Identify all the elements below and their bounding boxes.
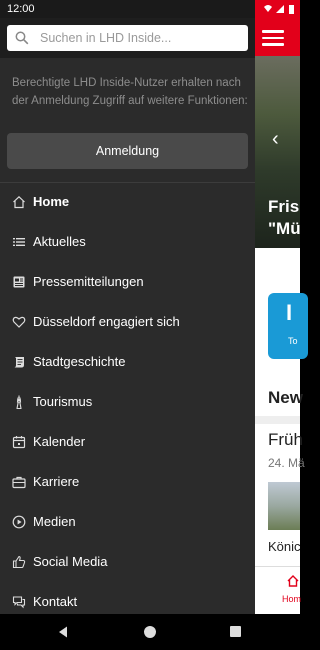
thumbs-up-icon [12,555,26,569]
system-nav-bar [0,614,300,650]
wifi-icon [264,5,272,12]
tile-icon-letter: I [286,300,293,325]
menu-label: Kalender [33,434,86,449]
menu-item-kontakt[interactable]: Kontakt [0,582,255,614]
back-icon[interactable] [58,626,68,638]
menu-label: Social Media [33,554,108,569]
news-thumbnail[interactable] [268,482,300,530]
tile-label: To [288,336,298,346]
menu-item-social-media[interactable]: Social Media [0,542,255,582]
newspaper-icon [13,276,25,288]
home-icon [13,195,25,209]
menu-label: Pressemitteilungen [33,274,144,289]
navigation-drawer: Berechtigte LHD Inside-Nutzer erhalten n… [0,18,255,614]
search-input[interactable] [40,25,240,51]
menu-label: Home [33,194,70,209]
search-icon [15,31,29,45]
hero-title-line2: "Mü [268,219,301,238]
menu-item-pressemitteilungen[interactable]: Pressemitteilungen [0,262,255,302]
menu-item-stadtgeschichte[interactable]: Stadtgeschichte [0,342,255,382]
battery-icon [289,5,294,14]
hero-title: Fris "Mü [268,196,301,240]
menu-label: Tourismus [33,394,93,409]
scroll-icon [14,357,24,368]
list-icon [13,238,25,246]
menu-toggle-button[interactable] [262,26,284,48]
menu-item-medien[interactable]: Medien [0,502,255,542]
briefcase-icon [12,476,26,489]
calendar-icon [12,436,26,449]
carousel-prev-icon[interactable]: ‹ [272,128,279,151]
recents-button[interactable] [230,626,241,637]
status-time: 12:00 [7,3,35,15]
menu-label: Medien [33,514,76,529]
menu-label: Karriere [33,474,80,489]
menu-label: Stadtgeschichte [33,354,126,369]
menu-item-tourismus[interactable]: Tourismus [0,382,255,422]
drawer-header [0,18,255,58]
menu-item-kalender[interactable]: Kalender [0,422,255,462]
news-section-title: New [268,388,303,407]
login-info-text: Berechtigte LHD Inside-Nutzer erhalten n… [12,77,248,107]
news-card-date: 24. Mä [268,456,305,470]
signal-icon [276,5,284,13]
home-tab-icon[interactable] [286,574,300,588]
menu-label: Aktuelles [33,234,86,249]
menu-item-home[interactable]: Home [0,182,255,222]
news-card-title[interactable]: Früh [268,430,303,450]
status-icons [264,5,294,14]
tower-icon [16,395,22,409]
menu-item-aktuelles[interactable]: Aktuelles [0,222,255,262]
status-bar-left [0,0,255,18]
search-box[interactable] [7,25,248,51]
menu-item-duesseldorf-engagiert-sich[interactable]: Düsseldorf engagiert sich [0,302,255,342]
news-card-caption[interactable]: Könic [268,539,301,554]
chat-icon [12,596,26,609]
status-bar: 12:00 [0,0,300,18]
login-button[interactable]: Anmeldung [7,133,248,169]
menu-item-karriere[interactable]: Karriere [0,462,255,502]
home-button[interactable] [144,626,156,638]
heart-icon [12,316,26,328]
home-tab-label[interactable]: Hom [282,594,301,604]
drawer-menu: Home Aktuelles Pressemitteilungen Düssel… [0,182,255,614]
hero-title-line1: Fris [268,197,300,216]
section-divider [255,416,300,424]
play-icon [12,515,26,529]
menu-label: Kontakt [33,594,78,609]
menu-label: Düsseldorf engagiert sich [33,314,180,329]
